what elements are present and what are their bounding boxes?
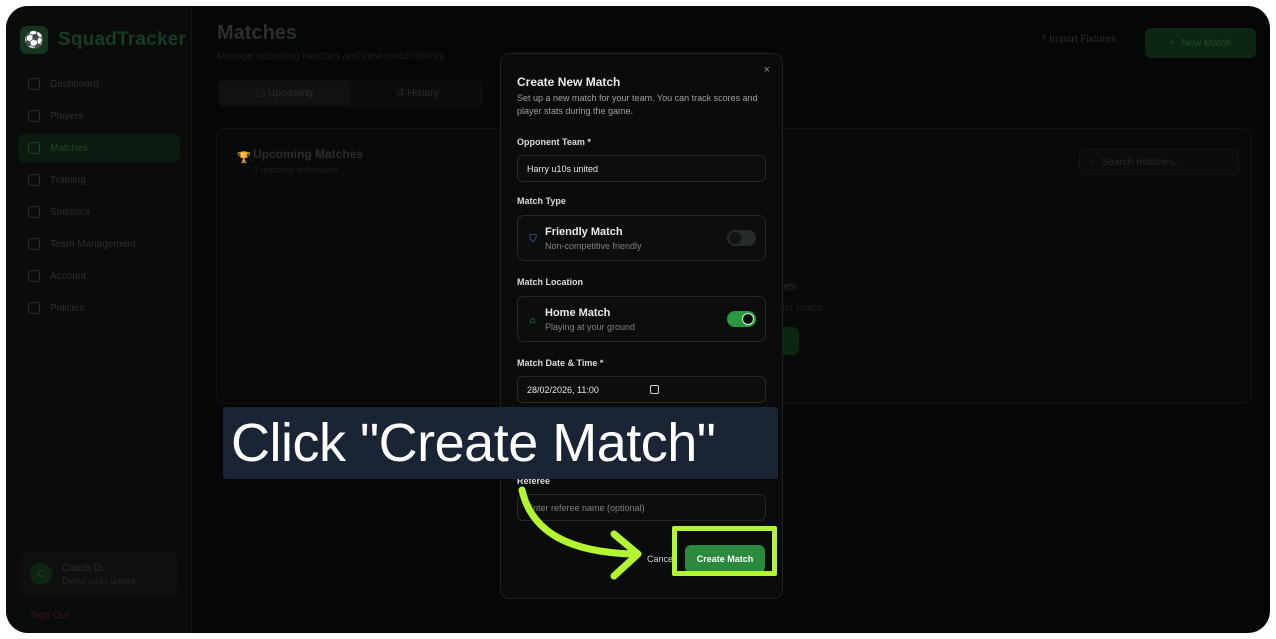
opponent-team-field[interactable]: Harry u10s united xyxy=(517,155,766,182)
match-datetime-field[interactable]: 28/02/2026, 11:00 xyxy=(517,376,766,403)
history-icon: ↺ xyxy=(396,87,408,99)
sidebar-item-policies[interactable]: Policies xyxy=(18,294,180,322)
user-icon xyxy=(28,270,40,282)
sidebar-item-label: Matches xyxy=(50,142,88,154)
match-location-label: Match Location xyxy=(517,277,584,287)
new-match-button[interactable]: + New Match xyxy=(1145,28,1256,58)
home-icon: ⌂ xyxy=(529,314,537,326)
sidebar-item-team-management[interactable]: Team Management xyxy=(18,230,180,258)
match-type-title: Friendly Match xyxy=(545,226,623,238)
close-icon[interactable]: × xyxy=(764,64,770,76)
import-fixtures-label: Import Fixtures xyxy=(1049,34,1116,45)
dialog-title: Create New Match xyxy=(517,75,621,89)
match-tabs: ▢ Upcoming ↺ History xyxy=(217,79,483,107)
tab-history[interactable]: ↺ History xyxy=(352,79,483,107)
tab-upcoming[interactable]: ▢ Upcoming xyxy=(219,81,350,105)
location-title: Home Match xyxy=(545,307,611,319)
toggle-knob xyxy=(729,232,741,244)
sidebar: ⚽ SquadTracker Dashboard Players Matches… xyxy=(6,6,192,633)
shield-icon: ⛉ xyxy=(529,233,537,245)
sidebar-item-matches[interactable]: Matches xyxy=(18,134,180,162)
tutorial-highlight-box xyxy=(672,526,777,576)
sidebar-item-label: Statistics xyxy=(50,206,91,218)
match-type-label: Match Type xyxy=(517,196,566,206)
card-title: Upcoming Matches xyxy=(253,147,364,161)
datetime-value: 28/02/2026, 11:00 xyxy=(527,384,599,395)
match-location-card: ⌂ Home Match Playing at your ground xyxy=(517,296,766,342)
page-subtitle: Manage upcoming matches and view match h… xyxy=(217,51,445,62)
avatar: C xyxy=(30,563,52,585)
sidebar-item-label: Players xyxy=(50,110,84,122)
page-title: Matches xyxy=(217,22,298,44)
match-type-subtitle: Non-competitive friendly xyxy=(545,241,642,251)
sidebar-item-account[interactable]: Account xyxy=(18,262,180,290)
tab-label: History xyxy=(407,87,439,99)
friendly-match-toggle[interactable] xyxy=(727,230,756,246)
dialog-description: Set up a new match for your team. You ca… xyxy=(517,93,758,116)
trophy-icon: 🏆 xyxy=(237,152,251,164)
brand[interactable]: ⚽ SquadTracker xyxy=(20,26,186,54)
bar-chart-icon xyxy=(28,206,40,218)
users-icon xyxy=(28,110,40,122)
sidebar-nav: Dashboard Players Matches Training Stati… xyxy=(18,70,180,326)
match-datetime-label: Match Date & Time * xyxy=(517,358,604,368)
new-match-label: New Match xyxy=(1181,37,1232,49)
search-icon: ⌕ xyxy=(1090,156,1096,168)
tutorial-caption: Click "Create Match" xyxy=(223,407,778,479)
empty-state-subtitle: first match. xyxy=(777,303,826,314)
sidebar-item-label: Account xyxy=(50,270,87,282)
screenshot-frame: ⚽ SquadTracker Dashboard Players Matches… xyxy=(6,6,1270,633)
sidebar-item-players[interactable]: Players xyxy=(18,102,180,130)
import-fixtures-button[interactable]: ⤒ Import Fixtures xyxy=(1042,34,1116,45)
location-subtitle: Playing at your ground xyxy=(545,322,636,332)
sidebar-item-training[interactable]: Training xyxy=(18,166,180,194)
user-card[interactable]: C Coach D. Demo u10s united xyxy=(20,552,178,596)
sidebar-item-label: Team Management xyxy=(50,238,136,250)
tab-label: Upcoming xyxy=(268,87,314,99)
opponent-team-label: Opponent Team * xyxy=(517,137,591,147)
search-placeholder: Search matches... xyxy=(1101,156,1183,168)
sign-out-button[interactable]: Sign Out xyxy=(30,610,69,621)
search-input[interactable]: ⌕ Search matches... xyxy=(1079,149,1239,175)
sidebar-item-label: Training xyxy=(50,174,86,186)
calendar-icon[interactable] xyxy=(650,385,659,394)
home-icon xyxy=(28,78,40,90)
user-cog-icon xyxy=(28,238,40,250)
sidebar-item-dashboard[interactable]: Dashboard xyxy=(18,70,180,98)
user-team: Demo u10s united xyxy=(62,575,136,586)
tutorial-arrow-icon xyxy=(518,486,642,580)
brand-name: SquadTracker xyxy=(58,29,187,50)
soccer-ball-icon: ⚽ xyxy=(20,26,48,54)
match-type-card: ⛉ Friendly Match Non-competitive friendl… xyxy=(517,215,766,261)
trophy-icon xyxy=(28,142,40,154)
sidebar-item-label: Dashboard xyxy=(50,78,99,90)
toggle-knob xyxy=(742,313,754,325)
document-icon xyxy=(28,302,40,314)
home-match-toggle[interactable] xyxy=(727,311,756,327)
training-icon xyxy=(28,174,40,186)
plus-icon: + xyxy=(1169,37,1182,49)
sidebar-item-label: Policies xyxy=(50,302,85,314)
user-name: Coach D. xyxy=(62,562,104,574)
card-count: 0 matches scheduled xyxy=(253,165,339,175)
sidebar-item-statistics[interactable]: Statistics xyxy=(18,198,180,226)
calendar-icon: ▢ xyxy=(255,87,269,99)
